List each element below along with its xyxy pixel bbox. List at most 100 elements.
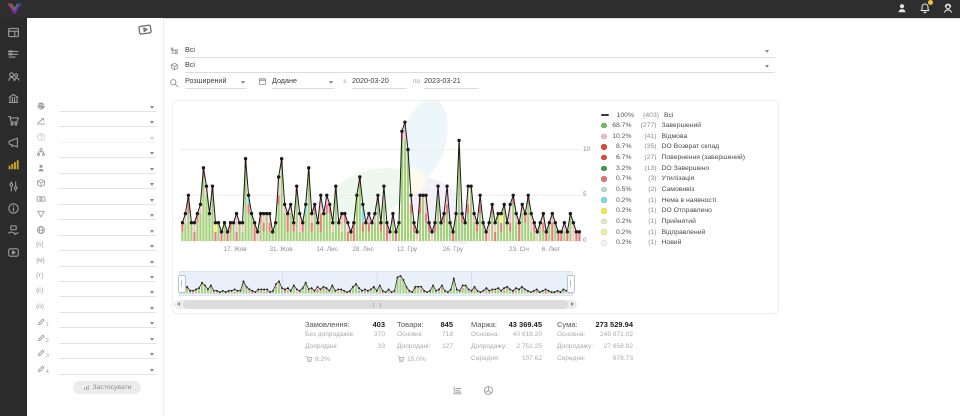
search-mode-select[interactable]: Розширений	[185, 76, 247, 89]
source-select-value: Всі	[185, 45, 195, 54]
scroll-left-icon[interactable]	[177, 302, 180, 306]
chevron-down-icon	[150, 152, 154, 155]
sidebar-item-list[interactable]	[7, 48, 20, 61]
legend-row[interactable]: 100%(403)Всі	[601, 110, 673, 120]
product-select[interactable]: Всі	[185, 60, 775, 73]
bell-icon[interactable]	[919, 2, 931, 14]
panel-filter-manager[interactable]	[36, 162, 156, 176]
legend-row[interactable]: 3.2%(13)DO Завершено	[601, 163, 709, 173]
y-tick-label: 5	[583, 191, 587, 198]
stat-subrow: Основні:718	[397, 331, 453, 343]
legend-row[interactable]: 8.7%(35)DO Возврат склад	[601, 142, 719, 152]
date-to-input[interactable]: 2023-03-21	[424, 76, 479, 89]
legend-count: (1)	[632, 239, 657, 246]
select-underline	[59, 327, 156, 328]
source-select[interactable]: Всі	[185, 45, 775, 58]
panel-filter-structure[interactable]	[36, 146, 156, 160]
pencil-icon	[36, 317, 46, 327]
panel-filter-help[interactable]	[36, 131, 156, 145]
panel-filter-custom-1[interactable]: 1	[36, 316, 156, 330]
date-to-value: 2023-03-21	[424, 76, 461, 85]
panel-filter-region[interactable]	[36, 224, 156, 238]
panel-filter-product[interactable]	[36, 177, 156, 191]
minimap-left-handle[interactable]	[178, 275, 186, 293]
x-tick-label: 14. Лис	[316, 246, 337, 253]
legend-row[interactable]: 10.2%(41)Відмова	[601, 131, 687, 141]
brace-var-t-icon: {т}	[36, 272, 43, 279]
search-icon[interactable]	[169, 78, 179, 88]
scrollbar-thumb[interactable]	[183, 300, 568, 309]
sidebar-item-cart[interactable]	[7, 114, 20, 127]
date-field-value: Додане	[272, 76, 297, 85]
legend-percent: 0.2%	[607, 229, 632, 236]
pencil-index: 1	[46, 322, 49, 328]
sidebar-item-users[interactable]	[7, 70, 20, 83]
video-guide-icon[interactable]	[136, 22, 154, 37]
chart-minimap[interactable]	[179, 271, 573, 296]
report-pie-icon[interactable]	[483, 385, 494, 396]
date-from-input[interactable]: 2020-03-20	[352, 76, 407, 89]
panel-filter-custom-4[interactable]: 4	[36, 363, 156, 377]
select-underline	[59, 250, 156, 251]
brace-var-s-icon: {s}	[36, 241, 44, 248]
stat-column: Маржа:43 369.45Основна:40 618.20Допродаж…	[471, 320, 542, 367]
sidebar-item-megaphone[interactable]	[7, 136, 20, 149]
hierarchy-icon	[36, 147, 46, 157]
panel-filter-trend[interactable]	[36, 115, 156, 129]
sidebar-item-video[interactable]	[7, 246, 20, 259]
sidebar-item-dashboard[interactable]	[7, 26, 20, 39]
sidebar-item-info[interactable]	[7, 202, 20, 215]
panel-filter-custom-2[interactable]: 2	[36, 332, 156, 346]
legend-row[interactable]: 0.2%(1)Нема в наявності	[601, 195, 716, 205]
x-tick-label: 31. Жов	[269, 246, 292, 253]
legend-percent: 0.2%	[607, 239, 632, 246]
legend-row[interactable]: 6.7%(27)Повернення (завершений)	[601, 153, 745, 163]
brace-var-d-icon: {о}	[36, 303, 44, 310]
stat-column: Товари:845Основні:718Допродані:12715.0%	[397, 320, 453, 367]
legend-row[interactable]: 0.5%(2)Самовивіз	[601, 185, 694, 195]
report-list-icon[interactable]	[452, 385, 463, 396]
panel-filter-var-d[interactable]: {о}	[36, 301, 156, 315]
sidebar-item-stats[interactable]	[7, 158, 20, 171]
stat-subrow: Допродажу:2 751.25	[471, 343, 542, 355]
sidebar-item-sliders[interactable]	[7, 180, 20, 193]
panel-filter-var-c[interactable]: {с}	[36, 285, 156, 299]
app-logo-icon[interactable]	[6, 2, 23, 16]
panel-filter-var-s[interactable]: {s}	[36, 239, 156, 253]
legend-label: Новий	[662, 239, 682, 246]
stat-value: 273 529.94	[595, 320, 633, 329]
user-avatar-icon[interactable]	[896, 2, 908, 14]
orders-chart[interactable]	[181, 107, 581, 243]
upsell-percent: 8.2%	[315, 356, 330, 363]
stat-subvalue: 107.62	[522, 355, 542, 362]
date-field-select[interactable]: Додане	[272, 76, 335, 89]
legend-label: Завершений	[662, 122, 702, 129]
minimap-right-handle[interactable]	[567, 275, 575, 293]
panel-filter-var-m[interactable]: {м}	[36, 255, 156, 269]
panel-filter-custom-3[interactable]: 3	[36, 347, 156, 361]
legend-row[interactable]: 0.7%(3)Утилізація	[601, 174, 694, 184]
panel-filter-country[interactable]	[36, 100, 156, 114]
select-underline	[59, 235, 156, 236]
stat-key: Середня:	[471, 355, 500, 362]
panel-filter-funnel[interactable]	[36, 208, 156, 222]
panel-filter-payment[interactable]	[36, 193, 156, 207]
money-icon	[36, 194, 46, 204]
support-icon[interactable]	[942, 2, 954, 14]
legend-row[interactable]: 0.2%(1)Прийнятий	[601, 217, 696, 227]
legend-row[interactable]: 0.2%(1)DO Отправлено	[601, 206, 712, 216]
scroll-right-icon[interactable]	[571, 302, 574, 306]
panel-filter-var-t[interactable]: {т}	[36, 270, 156, 284]
select-underline	[59, 188, 156, 189]
legend-row[interactable]: 68.7%(277)Завершений	[601, 121, 701, 131]
chart-scrollbar[interactable]	[174, 300, 577, 309]
x-axis-labels: 17. Жов31. Жов14. Лис28. Лис12. Гру26. Г…	[181, 246, 581, 256]
legend-row[interactable]: 0.2%(1)Відправлений	[601, 227, 705, 237]
stat-subvalue: 370	[374, 331, 385, 338]
stat-title: Маржа:43 369.45	[471, 320, 542, 331]
sidebar-item-bank[interactable]	[7, 92, 20, 105]
apply-button[interactable]: Застосувати	[73, 381, 141, 394]
legend-row[interactable]: 0.2%(1) Новий	[601, 238, 681, 248]
sidebar-item-donate[interactable]	[7, 224, 20, 237]
stat-value: 43 369.45	[509, 320, 542, 329]
